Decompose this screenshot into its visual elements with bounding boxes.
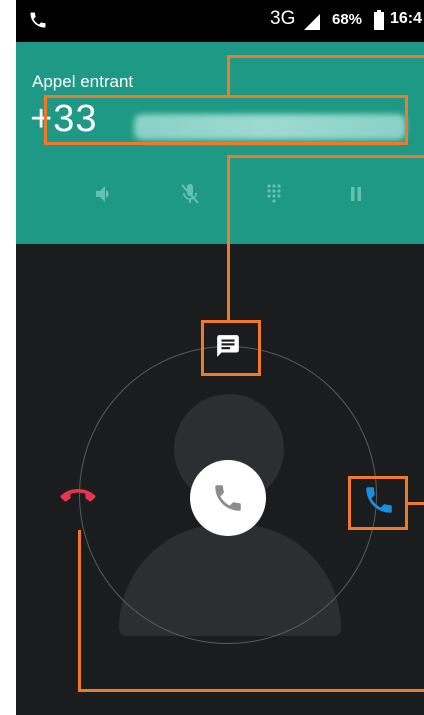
message-icon [217,335,239,357]
status-bar: 3G 68% 16:4 [16,0,424,42]
answer-call-button[interactable] [359,480,399,520]
answer-phone-icon [366,487,392,513]
battery-percent: 68% [332,11,363,28]
mute-mic-icon [181,184,199,204]
dialpad-icon [267,184,281,203]
caller-header: Appel entrant +33 [16,42,424,244]
phone-icon [30,12,46,28]
incoming-call-widget [16,244,424,715]
call-controls [16,174,424,214]
speaker-icon [96,186,109,202]
decline-call-button[interactable] [56,482,100,510]
incoming-call-label: Appel entrant [32,72,134,91]
call-screen: 3G 68% 16:4 Appel entrant +33 [16,0,424,715]
hang-up-icon [60,489,96,502]
signal-icon [304,14,320,30]
call-handle-button[interactable] [190,460,266,536]
speaker-button[interactable] [84,174,124,214]
battery-icon [374,10,384,30]
blurred-number [134,114,406,140]
pause-icon [351,187,361,201]
phone-icon [215,485,241,511]
caller-number: +33 [30,98,98,140]
dialpad-button[interactable] [254,174,294,214]
network-type: 3G [270,8,296,29]
mute-button[interactable] [170,174,210,214]
reply-with-message-button[interactable] [212,330,244,362]
clock: 16:4 [390,10,423,27]
hold-button[interactable] [336,174,376,214]
